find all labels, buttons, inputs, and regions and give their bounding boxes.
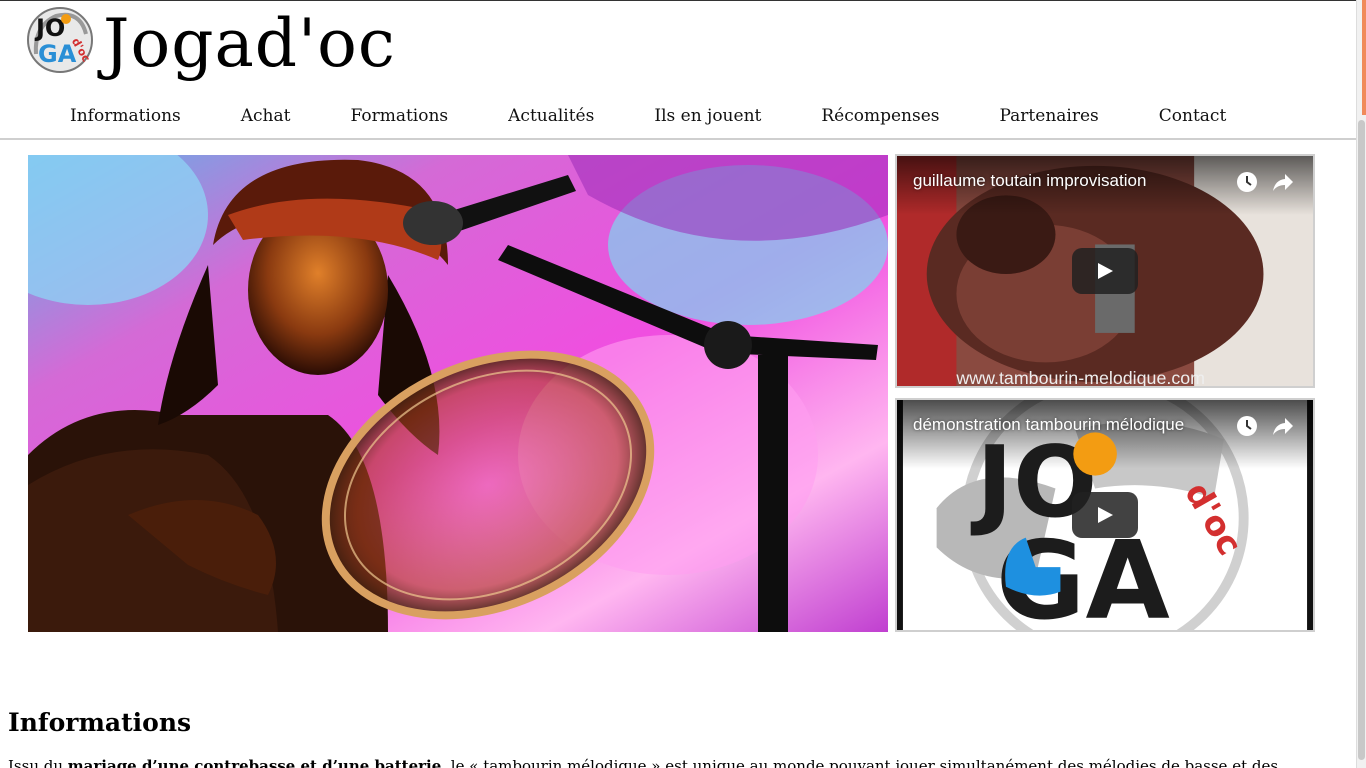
nav-item-actualites[interactable]: Actualités [478,105,624,127]
logo-text-jo: JO [34,14,65,42]
play-icon [1098,263,1113,279]
video-title[interactable]: démonstration tambourin mélodique [913,415,1184,435]
watch-later-icon[interactable] [1235,170,1259,194]
hero-image [28,155,888,632]
share-icon[interactable] [1271,414,1295,438]
intro-text-rest: , le « tambourin mélodique » est unique … [441,757,1279,768]
video-title[interactable]: guillaume toutain improvisation [913,171,1146,191]
intro-text-start: Issu du [8,757,68,768]
nav-item-achat[interactable]: Achat [211,105,321,127]
site-logo[interactable]: JO GA d'oc [26,4,98,74]
video-embed-improvisation[interactable]: www.tambourin-melodique.com guillaume to… [895,154,1315,388]
nav-item-ils-en-jouent[interactable]: Ils en jouent [624,105,791,127]
nav-item-formations[interactable]: Formations [320,105,478,127]
video-embed-demonstration[interactable]: JO GA d'oc démonstration tambourin mélod… [895,398,1315,632]
watch-later-icon[interactable] [1235,414,1259,438]
nav-item-contact[interactable]: Contact [1129,105,1257,127]
play-button[interactable] [1072,248,1138,294]
intro-text-bold: mariage d’une contrebasse et d’une batte… [67,757,442,768]
scrollbar-accent [1362,0,1366,115]
site-title[interactable]: Jogad'oc [103,11,396,77]
page-scrollbar[interactable] [1356,0,1366,768]
intro-paragraph: Issu du mariage d’une contrebasse et d’u… [8,756,1348,768]
play-icon [1098,507,1113,523]
section-title-informations: Informations [8,708,192,737]
video-watermark: www.tambourin-melodique.com [955,368,1205,386]
site-header: JO GA d'oc Jogad'oc Informations Achat F… [0,1,1356,140]
main-nav: Informations Achat Formations Actualités… [40,105,1256,127]
nav-item-recompenses[interactable]: Récompenses [791,105,969,127]
scrollbar-thumb[interactable] [1358,120,1365,760]
nav-item-informations[interactable]: Informations [40,105,211,127]
nav-item-partenaires[interactable]: Partenaires [970,105,1129,127]
share-icon[interactable] [1271,170,1295,194]
play-button[interactable] [1072,492,1138,538]
